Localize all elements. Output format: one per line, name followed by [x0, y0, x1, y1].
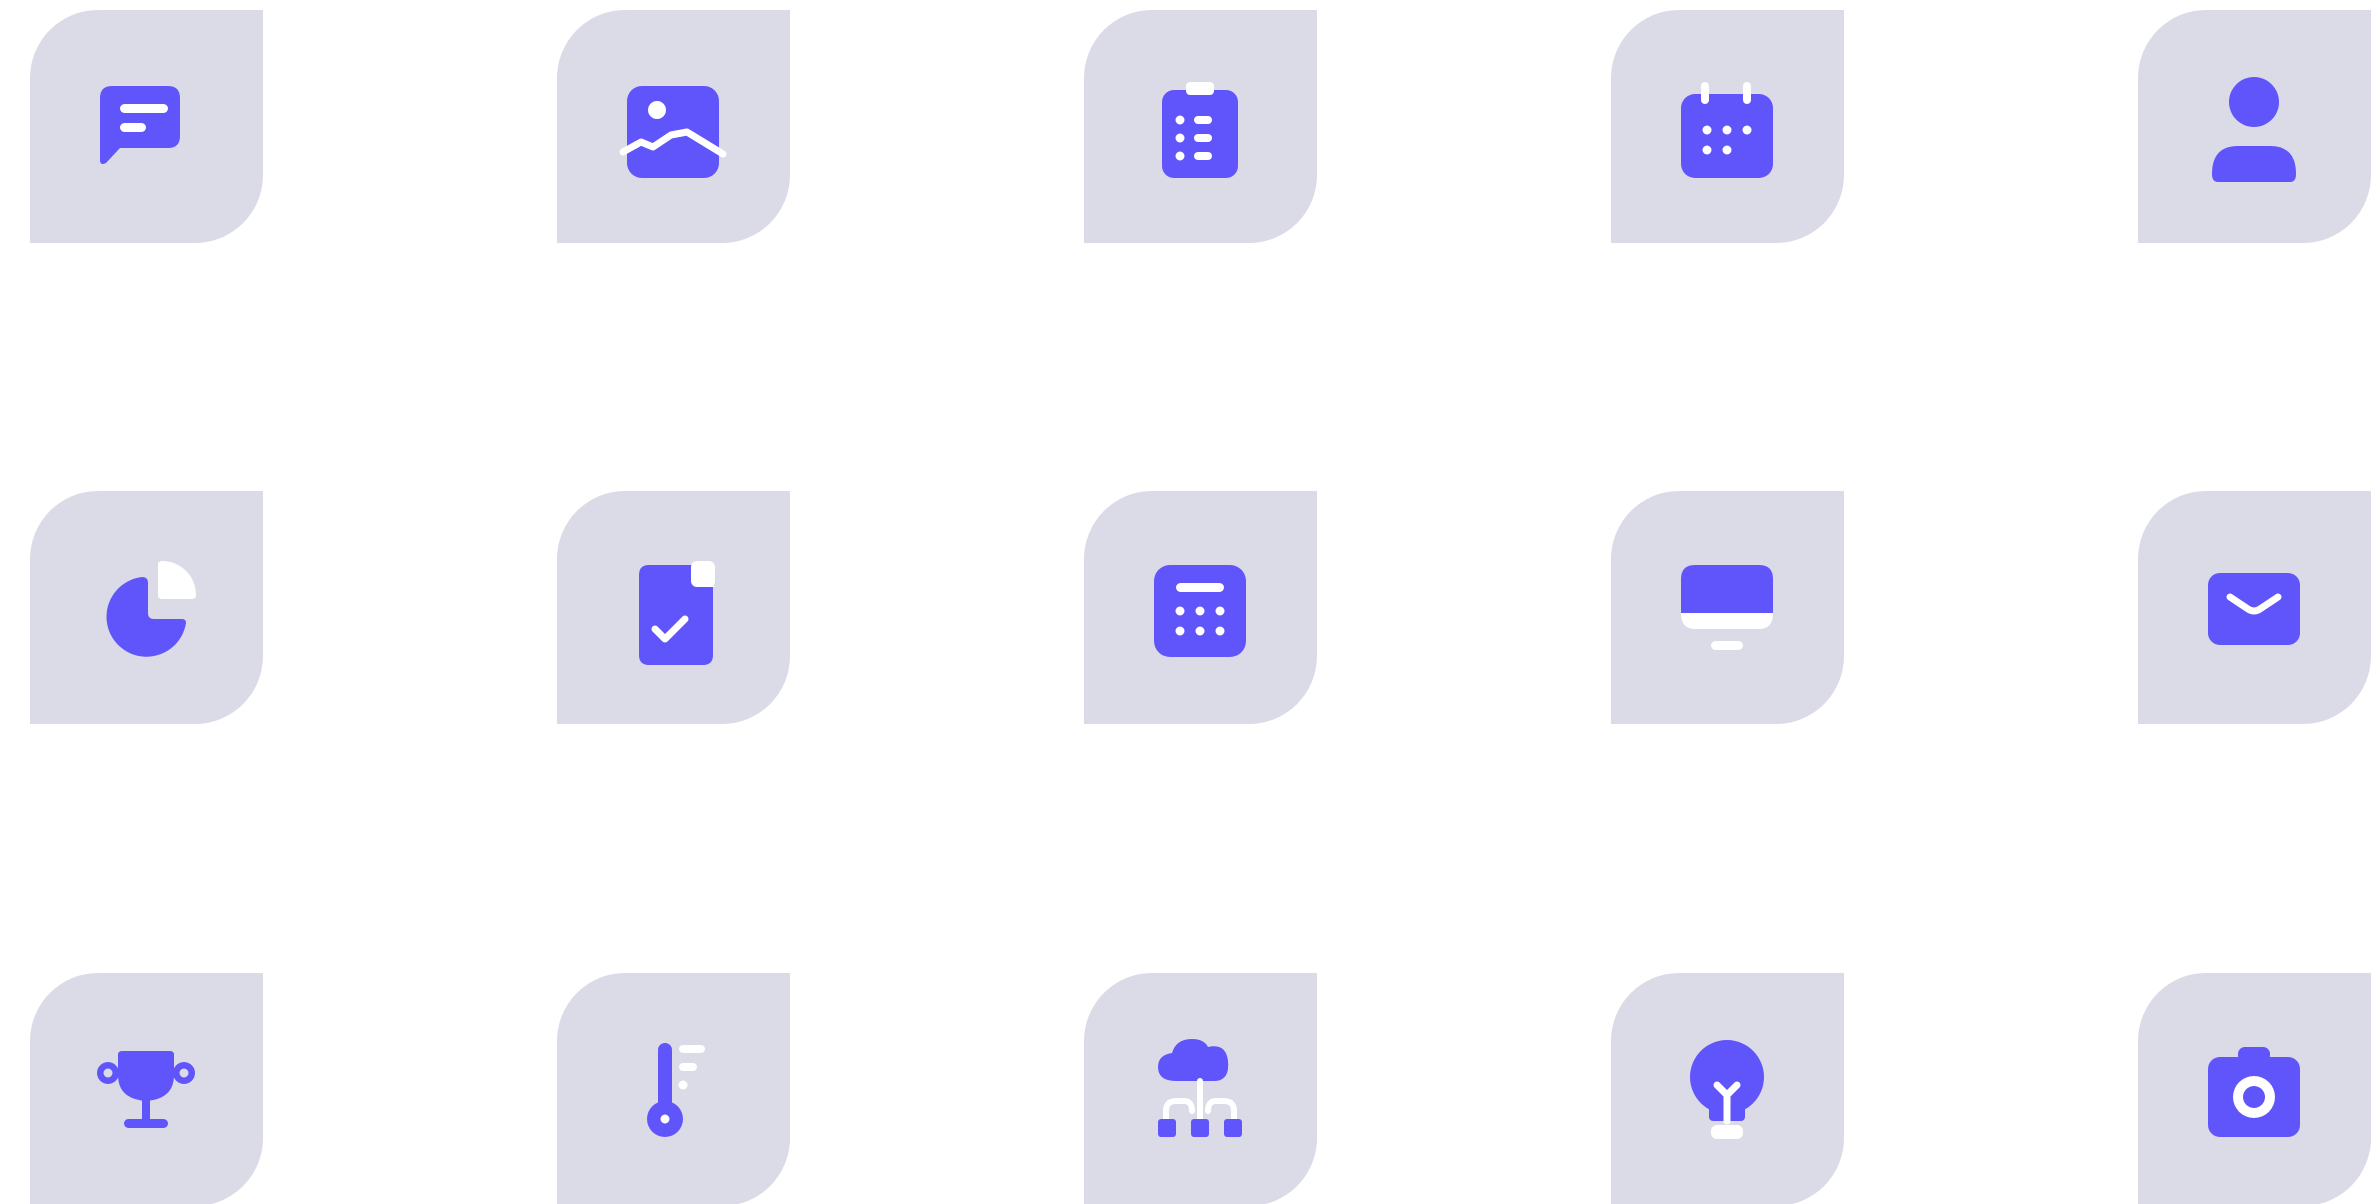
thermometer-icon: [647, 1043, 705, 1137]
tile-trophy[interactable]: [30, 973, 263, 1204]
cloud-network-icon: [1158, 1039, 1242, 1137]
tile-cloud-network[interactable]: [1084, 973, 1317, 1204]
lightbulb-icon: [1690, 1040, 1764, 1139]
tile-clipboard[interactable]: [1084, 10, 1317, 243]
tile-calendar[interactable]: [1611, 10, 1844, 243]
tile-mail[interactable]: [2138, 491, 2371, 724]
calendar-icon: [1681, 82, 1773, 178]
camera-icon: [2208, 1047, 2300, 1137]
icon-grid: [0, 0, 2372, 1204]
calculator-icon: [1154, 565, 1246, 657]
document-check-icon: [639, 561, 715, 665]
tile-pie-chart[interactable]: [30, 491, 263, 724]
tile-user[interactable]: [2138, 10, 2371, 243]
tile-image[interactable]: [557, 10, 790, 243]
tile-calculator[interactable]: [1084, 491, 1317, 724]
trophy-icon: [97, 1051, 195, 1128]
tile-monitor[interactable]: [1611, 491, 1844, 724]
tile-camera[interactable]: [2138, 973, 2371, 1204]
tile-message[interactable]: [30, 10, 263, 243]
pie-chart-icon: [106, 561, 196, 657]
monitor-icon: [1681, 565, 1773, 650]
message-icon: [100, 86, 180, 164]
tile-lightbulb[interactable]: [1611, 973, 1844, 1204]
tile-thermometer[interactable]: [557, 973, 790, 1204]
image-icon: [619, 86, 727, 178]
clipboard-icon: [1162, 82, 1238, 178]
tile-document-check[interactable]: [557, 491, 790, 724]
user-icon: [2212, 77, 2296, 182]
mail-icon: [2208, 573, 2300, 645]
